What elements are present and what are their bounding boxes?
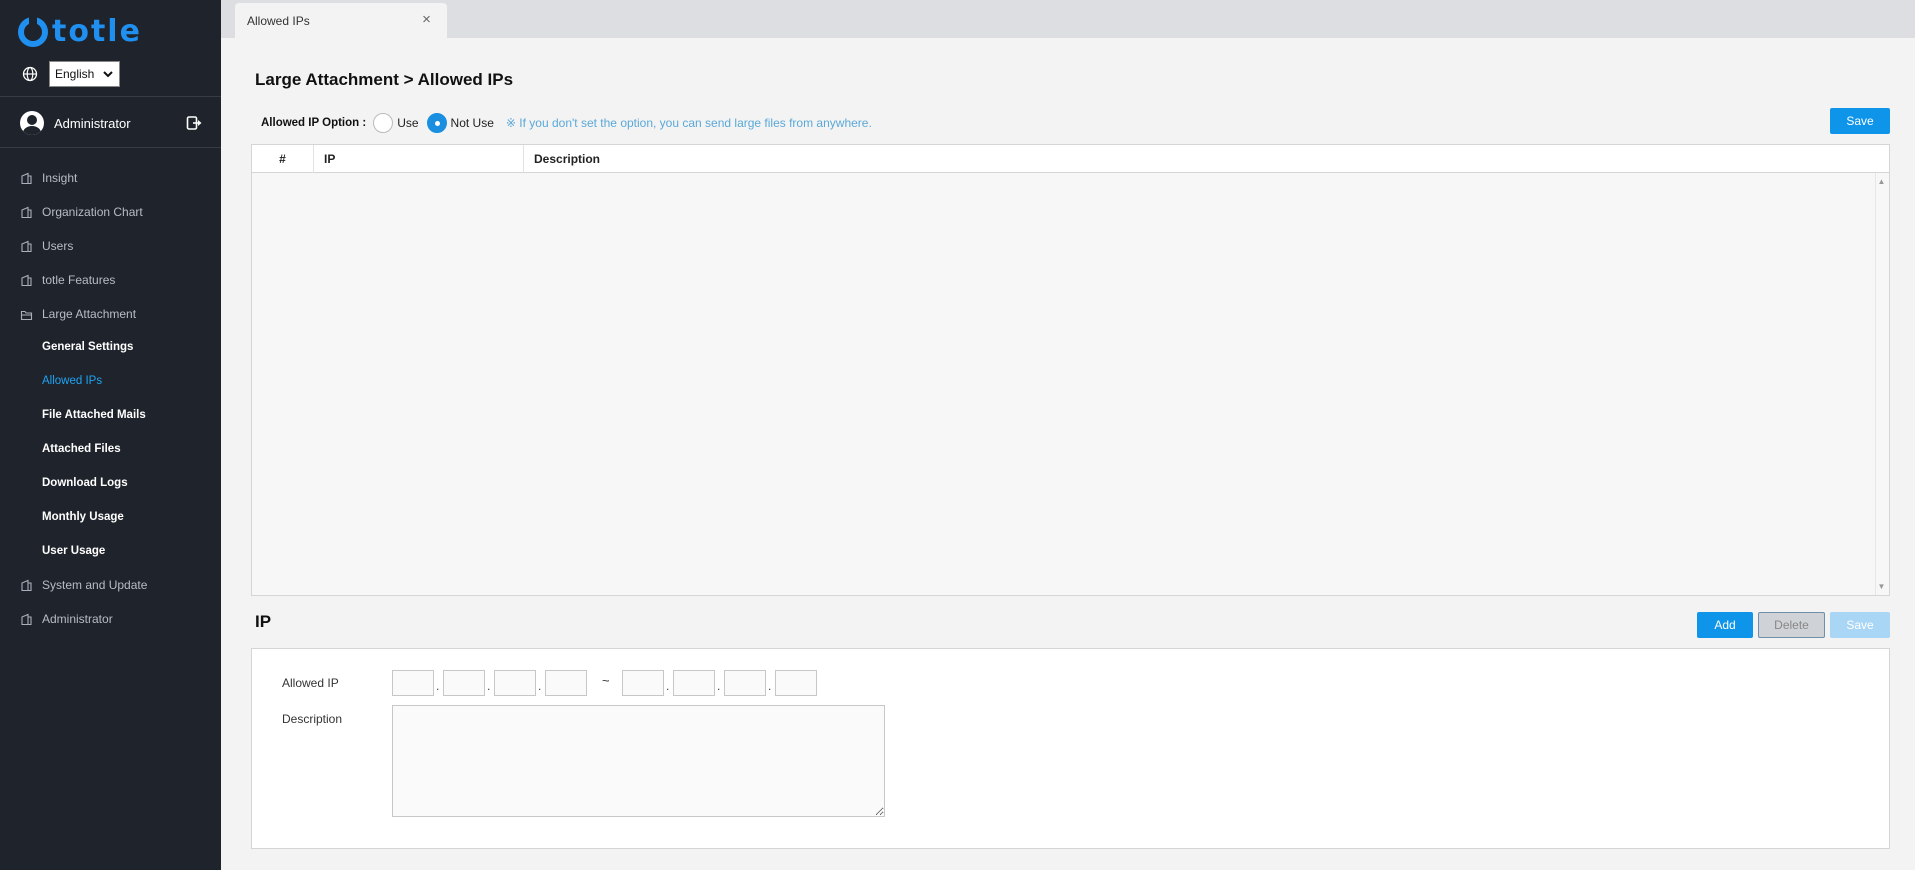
range-separator: ~ <box>602 673 610 688</box>
page-icon <box>21 613 32 625</box>
description-label: Description <box>282 712 343 726</box>
sidebar-subitem-download-logs[interactable]: Download Logs <box>42 474 128 492</box>
save-ip-button[interactable]: Save <box>1830 612 1890 638</box>
page-icon <box>21 274 32 286</box>
page-title: Large Attachment > Allowed IPs <box>255 70 514 89</box>
user-name: Administrator <box>54 115 131 131</box>
scroll-down-arrow-icon[interactable]: ▼ <box>1877 582 1886 591</box>
octet-separator: . <box>717 679 721 693</box>
logo-mark-icon <box>18 16 48 47</box>
globe-icon <box>22 66 38 82</box>
user-row: Administrator <box>20 110 202 136</box>
ip-start-octet-4-input[interactable] <box>545 670 587 696</box>
octet-separator: . <box>538 679 542 693</box>
sidebar-item-organization-chart[interactable]: Organization Chart <box>20 202 143 222</box>
sidebar-item-system-and-update[interactable]: System and Update <box>20 575 147 595</box>
ip-section-title: IP <box>255 612 272 631</box>
sidebar-item-label: Large Attachment <box>42 307 137 321</box>
main-content: Large Attachment > Allowed IPs Allowed I… <box>221 38 1915 870</box>
sidebar-item-label: totle Features <box>42 273 116 287</box>
ip-end-octet-2-input[interactable] <box>673 670 715 696</box>
close-icon[interactable]: × <box>420 12 433 27</box>
page-icon <box>21 579 32 591</box>
ip-start-octet-3-input[interactable] <box>494 670 536 696</box>
sidebar-item-label: Insight <box>42 171 78 185</box>
ip-start-octet-2-input[interactable] <box>443 670 485 696</box>
language-row: English <box>22 61 120 87</box>
save-option-button[interactable]: Save <box>1830 108 1890 134</box>
option-use-label[interactable]: Use <box>397 116 418 130</box>
sidebar-item-large-attachment[interactable]: Large Attachment <box>20 304 136 324</box>
tab-bar: Allowed IPs × <box>221 0 1915 38</box>
ip-form: Allowed IP . . . ~ . . . Description <box>251 648 1890 849</box>
option-note: ※ If you don't set the option, you can s… <box>505 116 872 130</box>
sidebar-subitem-attached-files[interactable]: Attached Files <box>42 440 121 458</box>
sidebar-item-insight[interactable]: Insight <box>20 168 77 188</box>
octet-separator: . <box>768 679 772 693</box>
allowed-ip-option-row: Allowed IP Option : Use Not Use ※ If you… <box>261 112 872 134</box>
sidebar-subitem-user-usage[interactable]: User Usage <box>42 542 105 560</box>
column-header-description[interactable]: Description <box>524 145 1889 173</box>
allowed-ip-label: Allowed IP <box>282 676 339 690</box>
octet-separator: . <box>487 679 491 693</box>
sidebar-item-users[interactable]: Users <box>20 236 73 256</box>
option-not-use-radio[interactable] <box>426 113 447 133</box>
brand-logo[interactable]: totle <box>18 16 142 48</box>
ip-end-octet-4-input[interactable] <box>775 670 817 696</box>
language-select[interactable]: English <box>49 61 120 87</box>
table-header: # IP Description <box>252 145 1889 173</box>
sidebar-subitem-allowed-ips[interactable]: Allowed IPs <box>42 372 102 390</box>
sidebar-item-totle-features[interactable]: totle Features <box>20 270 115 290</box>
avatar <box>20 111 44 135</box>
brand-name: totle <box>52 14 142 49</box>
allowed-ip-option-label: Allowed IP Option : <box>261 117 367 129</box>
sidebar-item-administrator[interactable]: Administrator <box>20 609 113 629</box>
table-scrollbar[interactable] <box>1875 173 1889 595</box>
page-icon <box>21 240 32 252</box>
ip-start-octet-1-input[interactable] <box>392 670 434 696</box>
option-not-use-label[interactable]: Not Use <box>451 116 494 130</box>
option-use-radio[interactable] <box>373 113 394 133</box>
column-header-number[interactable]: # <box>252 145 314 173</box>
page-icon <box>21 206 32 218</box>
ip-end-octet-3-input[interactable] <box>724 670 766 696</box>
tab-allowed-ips[interactable]: Allowed IPs × <box>235 3 447 38</box>
sidebar: totle English Administrator Insight Orga… <box>0 0 221 870</box>
octet-separator: . <box>666 679 670 693</box>
sidebar-divider <box>0 147 221 148</box>
sidebar-item-label: Administrator <box>42 612 113 626</box>
allowed-ip-table: # IP Description ▲ ▼ <box>251 144 1890 596</box>
sidebar-item-label: Users <box>42 239 74 253</box>
add-button[interactable]: Add <box>1697 612 1753 638</box>
language-select-value: English <box>55 67 95 81</box>
page-icon <box>21 172 32 184</box>
logout-icon[interactable] <box>186 115 202 131</box>
sidebar-subitem-monthly-usage[interactable]: Monthly Usage <box>42 508 124 526</box>
sidebar-divider <box>0 96 221 97</box>
sidebar-item-label: System and Update <box>42 578 148 592</box>
column-header-ip[interactable]: IP <box>314 145 524 173</box>
description-textarea[interactable] <box>392 705 885 817</box>
open-folder-icon <box>20 310 33 320</box>
octet-separator: . <box>436 679 440 693</box>
sidebar-subitem-general-settings[interactable]: General Settings <box>42 338 133 356</box>
chevron-down-icon <box>103 71 113 78</box>
sidebar-item-label: Organization Chart <box>42 205 143 219</box>
delete-button[interactable]: Delete <box>1758 612 1825 638</box>
ip-end-octet-1-input[interactable] <box>622 670 664 696</box>
tab-label: Allowed IPs <box>247 13 310 28</box>
sidebar-subitem-file-attached-mails[interactable]: File Attached Mails <box>42 406 146 424</box>
scroll-up-arrow-icon[interactable]: ▲ <box>1877 177 1886 186</box>
